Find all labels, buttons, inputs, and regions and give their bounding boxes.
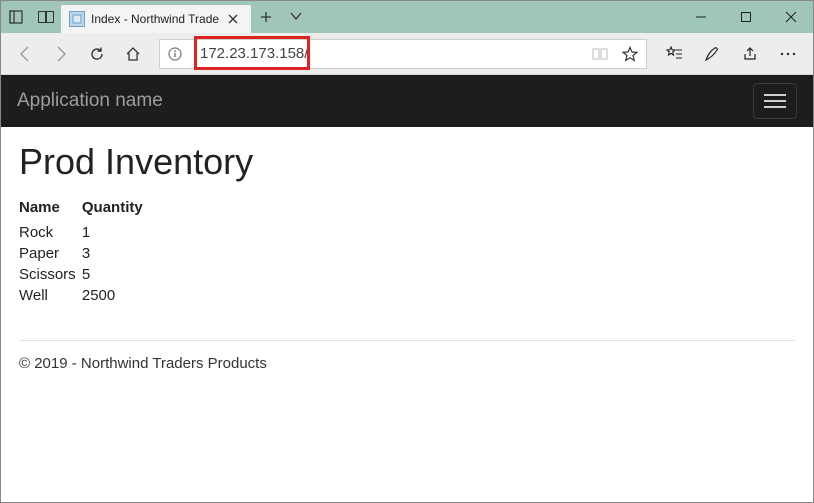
forward-button[interactable]	[45, 38, 77, 70]
new-tab-button[interactable]	[251, 1, 281, 33]
refresh-button[interactable]	[81, 38, 113, 70]
col-quantity: Quantity	[82, 197, 165, 222]
site-info-icon[interactable]	[160, 47, 190, 61]
table-row: Rock1	[19, 222, 165, 243]
favorites-list-icon[interactable]	[657, 38, 691, 70]
browser-tab[interactable]: Index - Northwind Traders	[61, 5, 251, 33]
home-button[interactable]	[117, 38, 149, 70]
window-titlebar: Index - Northwind Traders	[1, 1, 813, 33]
browser-toolbar	[1, 33, 813, 75]
address-input[interactable]	[190, 40, 590, 68]
tab-title: Index - Northwind Traders	[91, 12, 219, 26]
window-maximize-button[interactable]	[723, 1, 768, 33]
table-row: Scissors5	[19, 264, 165, 285]
tab-preview-icon[interactable]	[31, 1, 61, 33]
app-brand[interactable]: Application name	[17, 90, 163, 112]
notes-icon[interactable]	[695, 38, 729, 70]
reading-view-icon[interactable]	[590, 44, 610, 64]
col-name: Name	[19, 197, 82, 222]
tab-favicon	[69, 11, 85, 27]
share-icon[interactable]	[733, 38, 767, 70]
app-navbar: Application name	[1, 75, 813, 127]
back-button[interactable]	[9, 38, 41, 70]
page-footer: © 2019 - Northwind Traders Products	[19, 355, 795, 372]
tab-actions-button[interactable]	[281, 1, 311, 33]
table-row: Paper3	[19, 243, 165, 264]
window-minimize-button[interactable]	[678, 1, 723, 33]
tab-aside-icon[interactable]	[1, 1, 31, 33]
inventory-table: Name Quantity Rock1 Paper3 Scissors5 Wel…	[19, 197, 165, 306]
address-bar[interactable]	[159, 39, 647, 69]
tab-close-button[interactable]	[225, 11, 241, 27]
favorite-icon[interactable]	[620, 44, 640, 64]
page-title: Prod Inventory	[19, 141, 795, 183]
more-icon[interactable]	[771, 38, 805, 70]
window-close-button[interactable]	[768, 1, 813, 33]
menu-toggle-button[interactable]	[753, 83, 797, 119]
divider	[19, 340, 795, 341]
page-content: Prod Inventory Name Quantity Rock1 Paper…	[1, 127, 813, 386]
table-row: Well2500	[19, 285, 165, 306]
